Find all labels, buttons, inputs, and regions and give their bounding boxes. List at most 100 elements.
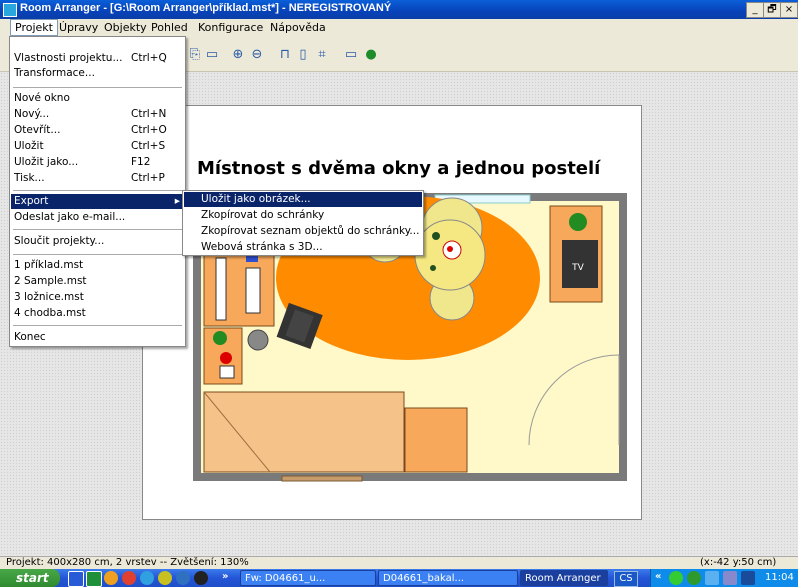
menu-bar: Projekt Úpravy Objekty Pohled Konfigurac… (0, 19, 798, 36)
menu-konfigurace[interactable]: Konfigurace (194, 20, 267, 35)
menu-projekt[interactable]: Projekt (10, 19, 58, 36)
task-label: Fw: D04661_u... (245, 573, 326, 584)
excel-icon[interactable] (86, 571, 102, 587)
clock: 11:04 (765, 572, 794, 583)
zoom-out-icon[interactable]: ⊖ (248, 46, 266, 64)
tray-icon[interactable] (705, 571, 719, 585)
tray-icon[interactable] (687, 571, 701, 585)
menu-item-label: Nový... (14, 108, 50, 120)
menu-item-shortcut: Ctrl+O (131, 124, 167, 136)
menu-separator (13, 87, 182, 88)
submenu-item-label: Webová stránka s 3D... (201, 241, 323, 253)
room-title: Místnost s dvěma okny a jednou postelí (197, 158, 601, 179)
tray-expand-icon[interactable]: « (655, 571, 661, 582)
menu-item-sloucit[interactable]: Sloučit projekty... (11, 234, 184, 249)
menu-item-ulozit[interactable]: Uložit Ctrl+S (11, 139, 184, 154)
close-button[interactable]: × (780, 2, 798, 18)
tray-icon[interactable] (723, 571, 737, 585)
menu-item-shortcut: Ctrl+Q (131, 52, 167, 64)
menu-item-label: Tisk... (14, 172, 45, 184)
submenu-item-save-image[interactable]: Uložit jako obrázek... (184, 192, 422, 207)
menu-item-recent-2[interactable]: 2 Sample.mst (11, 274, 184, 289)
monitor (215, 257, 227, 321)
menu-item-novy[interactable]: Nový... Ctrl+N (11, 107, 184, 122)
menu-item-shortcut: Ctrl+N (131, 108, 167, 120)
menu-upravy[interactable]: Úpravy (55, 20, 102, 35)
menu-item-tisk[interactable]: Tisk... Ctrl+P (11, 171, 184, 186)
task-label: D04661_bakal... (383, 573, 465, 584)
status-coordinates: (x:-42 y:50 cm) (700, 557, 777, 568)
quicklaunch-chevron-icon[interactable]: » (222, 571, 228, 582)
system-tray: « 11:04 (650, 569, 798, 587)
menu-item-label: 3 ložnice.mst (14, 291, 84, 303)
menu-item-label: Vlastnosti projektu... (14, 52, 123, 64)
menu-item-recent-4[interactable]: 4 chodba.mst (11, 306, 184, 321)
menu-item-label: Odeslat jako e-mail... (14, 211, 126, 223)
task-fw-email[interactable]: Fw: D04661_u... (240, 570, 376, 586)
menu-item-label: 1 příklad.mst (14, 259, 84, 271)
phone (219, 365, 235, 379)
submenu-item-web-3d[interactable]: Webová stránka s 3D... (184, 240, 422, 255)
menu-objekty[interactable]: Objekty (100, 20, 151, 35)
task-word-doc[interactable]: D04661_bakal... (378, 570, 518, 586)
start-button[interactable]: start (0, 569, 60, 587)
menu-item-label: Export (14, 195, 49, 207)
menu-separator (13, 229, 182, 230)
menu-item-transformace[interactable]: Transformace... (11, 66, 184, 81)
zoom-in-icon[interactable]: ⊕ (229, 46, 247, 64)
browser-icon[interactable] (104, 571, 118, 585)
word-icon[interactable] (68, 571, 84, 587)
menu-item-odeslat[interactable]: Odeslat jako e-mail... (11, 210, 184, 225)
menu-item-ulozit-jako[interactable]: Uložit jako... F12 (11, 155, 184, 170)
menu-item-shortcut: F12 (131, 156, 151, 168)
menu-item-recent-1[interactable]: 1 příklad.mst (11, 258, 184, 273)
taskbar: start » Fw: D04661_u... D04661_bakal... … (0, 569, 798, 587)
fruit (447, 246, 453, 252)
menu-pohled[interactable]: Pohled (147, 20, 192, 35)
wall-icon[interactable]: ▭ (342, 46, 360, 64)
paste-icon[interactable]: ⎘ (186, 46, 204, 64)
language-indicator[interactable]: CS (614, 571, 638, 587)
menu-item-vlastnosti[interactable]: Vlastnosti projektu... Ctrl+Q (11, 51, 184, 66)
tray-icon[interactable] (669, 571, 683, 585)
tray-icon[interactable] (741, 571, 755, 585)
menu-item-recent-3[interactable]: 3 ložnice.mst (11, 290, 184, 305)
menu-item-label: Transformace... (14, 67, 95, 79)
window-bottom (281, 475, 363, 482)
submenu-arrow-icon: ▸ (174, 195, 180, 207)
globe-icon[interactable]: ● (362, 46, 380, 64)
menu-separator (13, 325, 182, 326)
quicklaunch-icon[interactable] (140, 571, 154, 585)
status-bar: Projekt: 400x280 cm, 2 vrstev -- Zvětšen… (0, 556, 798, 569)
maximize-button[interactable]: 🗗 (763, 2, 781, 18)
menu-item-otevrit[interactable]: Otevřít... Ctrl+O (11, 123, 184, 138)
menu-item-shortcut: Ctrl+P (131, 172, 165, 184)
media-icon[interactable] (176, 571, 190, 585)
minimize-button[interactable]: _ (746, 2, 764, 18)
menu-item-nove-okno[interactable]: Nové okno (11, 91, 184, 106)
export-submenu: Uložit jako obrázek... Zkopírovat do sch… (182, 190, 424, 256)
plant-small (432, 232, 440, 240)
menu-item-label: 2 Sample.mst (14, 275, 87, 287)
task-label: Room Arranger (525, 573, 601, 584)
task-room-arranger[interactable]: Room Arranger (520, 570, 608, 586)
menu-napoveda[interactable]: Nápověda (266, 20, 330, 35)
menu-item-konec[interactable]: Konec (11, 330, 184, 345)
submenu-item-copy-object-list[interactable]: Zkopírovat seznam objektů do schránky... (184, 224, 422, 239)
submenu-item-copy-clipboard[interactable]: Zkopírovat do schránky (184, 208, 422, 223)
menu-item-export[interactable]: Export ▸ (11, 194, 184, 209)
potted-plant (569, 213, 587, 231)
insert-icon[interactable]: ▭ (203, 46, 221, 64)
start-label: start (16, 571, 49, 585)
title-bar: Room Arranger - [G:\Room Arranger\příkla… (0, 0, 798, 19)
quicklaunch-icon[interactable] (194, 571, 208, 585)
menu-item-label: Otevřít... (14, 124, 61, 136)
plant-small (430, 265, 436, 271)
layers-icon[interactable]: ⌗ (313, 46, 331, 64)
page-icon[interactable]: ▯ (294, 46, 312, 64)
dimension-icon[interactable]: ⊓ (276, 46, 294, 64)
quicklaunch-icon[interactable] (158, 571, 172, 585)
menu-item-shortcut: Ctrl+S (131, 140, 166, 152)
firefox-icon[interactable] (122, 571, 136, 585)
menu-item-label: Uložit jako... (14, 156, 79, 168)
